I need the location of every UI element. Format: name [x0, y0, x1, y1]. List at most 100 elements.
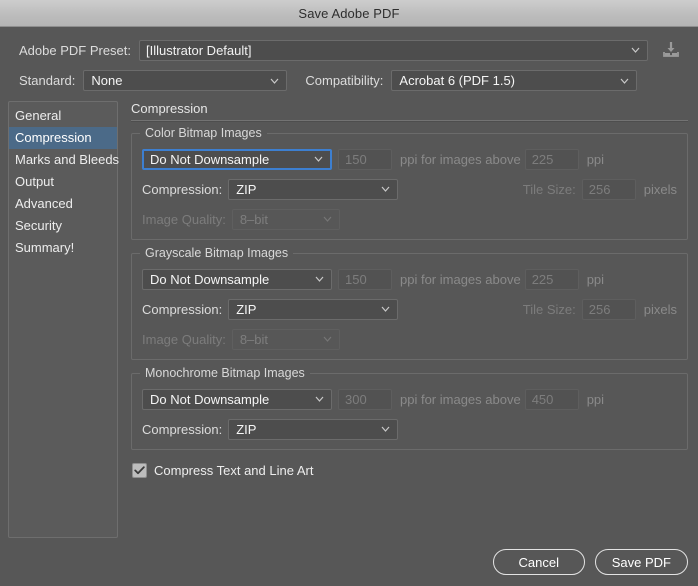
color-ppi-unit: ppi — [586, 151, 605, 167]
color-quality-row: Image Quality: 8–bit — [142, 208, 677, 230]
standard-compat-row: Standard: None Compatibility: Acrobat 6 … — [0, 61, 698, 101]
standard-value: None — [91, 73, 123, 88]
monochrome-downsample-select[interactable]: Do Not Downsample — [142, 388, 332, 410]
sidebar-item-label: Summary! — [15, 240, 75, 255]
settings-sidebar[interactable]: General Compression Marks and Bleeds Out… — [8, 101, 120, 538]
sidebar-item-summary[interactable]: Summary! — [9, 237, 117, 259]
sidebar-item-label: Marks and Bleeds — [15, 152, 120, 167]
grayscale-tile-unit: pixels — [643, 301, 677, 317]
compatibility-value: Acrobat 6 (PDF 1.5) — [399, 73, 516, 88]
color-bitmap-legend: Color Bitmap Images — [140, 126, 267, 140]
standard-select[interactable]: None — [83, 70, 288, 91]
panel-divider — [131, 120, 688, 122]
monochrome-ppi-input[interactable]: 300 — [338, 388, 392, 410]
sidebar-item-label: Compression — [15, 130, 92, 145]
chevron-down-icon — [381, 306, 390, 312]
grayscale-tile-input[interactable]: 256 — [581, 298, 636, 320]
color-quality-select: 8–bit — [231, 208, 340, 230]
cancel-button[interactable]: Cancel — [492, 549, 585, 575]
monochrome-compression-label: Compression: — [142, 421, 223, 437]
monochrome-downsample-row: Do Not Downsample 300 ppi for images abo… — [142, 388, 677, 410]
preset-zone: Adobe PDF Preset: [Illustrator Default] … — [0, 27, 698, 101]
panel-title: Compression — [131, 101, 208, 116]
color-tile-input[interactable]: 256 — [581, 178, 636, 200]
sidebar-item-label: Output — [15, 174, 55, 189]
monochrome-compression-select[interactable]: ZIP — [228, 418, 399, 440]
chevron-down-icon — [323, 216, 332, 222]
chevron-down-icon — [315, 276, 324, 282]
grayscale-tile-value: 256 — [588, 301, 611, 317]
compress-text-label: Compress Text and Line Art — [154, 463, 314, 478]
chevron-down-icon — [323, 336, 332, 342]
sidebar-item-marks-and-bleeds[interactable]: Marks and Bleeds — [9, 149, 120, 171]
preset-row: Adobe PDF Preset: [Illustrator Default] — [0, 27, 698, 61]
chevron-down-icon — [270, 78, 279, 84]
color-tile-unit: pixels — [643, 181, 677, 197]
grayscale-threshold-value: 225 — [531, 271, 554, 287]
compression-panel: Compression Color Bitmap Images Do Not D… — [118, 101, 688, 538]
monochrome-downsample-value: Do Not Downsample — [150, 391, 270, 407]
monochrome-bitmap-legend: Monochrome Bitmap Images — [140, 366, 310, 380]
sidebar-item-security[interactable]: Security — [9, 215, 117, 237]
chevron-down-icon — [631, 47, 640, 53]
chevron-down-icon — [381, 186, 390, 192]
color-compression-value: ZIP — [236, 181, 257, 197]
window-title-bar: Save Adobe PDF — [0, 0, 698, 27]
color-ppi-input[interactable]: 150 — [338, 148, 392, 170]
grayscale-quality-label: Image Quality: — [142, 331, 226, 347]
dialog-body: General Compression Marks and Bleeds Out… — [0, 101, 698, 538]
compatibility-select[interactable]: Acrobat 6 (PDF 1.5) — [391, 70, 638, 91]
grayscale-downsample-value: Do Not Downsample — [150, 271, 270, 287]
chevron-down-icon — [381, 426, 390, 432]
grayscale-downsample-select[interactable]: Do Not Downsample — [142, 268, 332, 290]
color-ppi-midtext: ppi for images above — [400, 151, 521, 167]
grayscale-compression-select[interactable]: ZIP — [228, 298, 399, 320]
monochrome-threshold-input[interactable]: 450 — [524, 388, 579, 410]
color-ppi-value: 150 — [345, 151, 367, 167]
chevron-down-icon — [315, 396, 324, 402]
sidebar-item-label: Advanced — [15, 196, 73, 211]
compatibility-label: Compatibility: — [305, 73, 384, 88]
compress-text-row[interactable]: Compress Text and Line Art — [131, 463, 688, 478]
sidebar-item-general[interactable]: General — [9, 105, 117, 127]
dialog-footer: Cancel Save PDF — [492, 549, 688, 575]
color-threshold-value: 225 — [531, 151, 554, 167]
compress-text-checkbox[interactable] — [132, 463, 147, 478]
grayscale-ppi-value: 150 — [345, 271, 367, 287]
grayscale-compression-value: ZIP — [236, 301, 257, 317]
preset-value: [Illustrator Default] — [146, 42, 252, 58]
color-downsample-value: Do Not Downsample — [150, 151, 270, 167]
window-title: Save Adobe PDF — [298, 5, 400, 21]
color-quality-value: 8–bit — [239, 211, 269, 227]
grayscale-ppi-unit: ppi — [586, 271, 605, 287]
color-compression-select[interactable]: ZIP — [228, 178, 399, 200]
grayscale-bitmap-legend: Grayscale Bitmap Images — [140, 246, 294, 260]
monochrome-compression-row: Compression: ZIP — [142, 418, 677, 440]
sidebar-item-output[interactable]: Output — [9, 171, 117, 193]
color-tile-value: 256 — [588, 181, 611, 197]
preset-label: Adobe PDF Preset: — [19, 42, 131, 58]
grayscale-quality-row: Image Quality: 8–bit — [142, 328, 677, 350]
color-downsample-row: Do Not Downsample 150 ppi for images abo… — [142, 148, 677, 170]
grayscale-tile-label: Tile Size: — [522, 301, 576, 317]
grayscale-ppi-input[interactable]: 150 — [338, 268, 392, 290]
grayscale-quality-select: 8–bit — [231, 328, 340, 350]
preset-select[interactable]: [Illustrator Default] — [139, 39, 648, 61]
save-pdf-button-label: Save PDF — [611, 554, 671, 570]
grayscale-compression-label: Compression: — [142, 301, 223, 317]
sidebar-item-compression[interactable]: Compression — [9, 127, 117, 149]
sidebar-item-advanced[interactable]: Advanced — [9, 193, 117, 215]
chevron-down-icon — [620, 78, 629, 84]
save-pdf-button[interactable]: Save PDF — [594, 549, 688, 575]
grayscale-threshold-input[interactable]: 225 — [524, 268, 579, 290]
monochrome-bitmap-group: Monochrome Bitmap Images Do Not Downsamp… — [131, 366, 688, 450]
color-compression-row: Compression: ZIP Tile Size: 256 pixels — [142, 178, 677, 200]
monochrome-threshold-value: 450 — [531, 391, 554, 407]
save-preset-icon[interactable] — [658, 39, 684, 61]
monochrome-compression-value: ZIP — [236, 421, 257, 437]
grayscale-bitmap-group: Grayscale Bitmap Images Do Not Downsampl… — [131, 246, 688, 360]
color-threshold-input[interactable]: 225 — [524, 148, 579, 170]
grayscale-compression-row: Compression: ZIP Tile Size: 256 pixels — [142, 298, 677, 320]
grayscale-quality-value: 8–bit — [239, 331, 269, 347]
color-downsample-select[interactable]: Do Not Downsample — [142, 148, 332, 170]
